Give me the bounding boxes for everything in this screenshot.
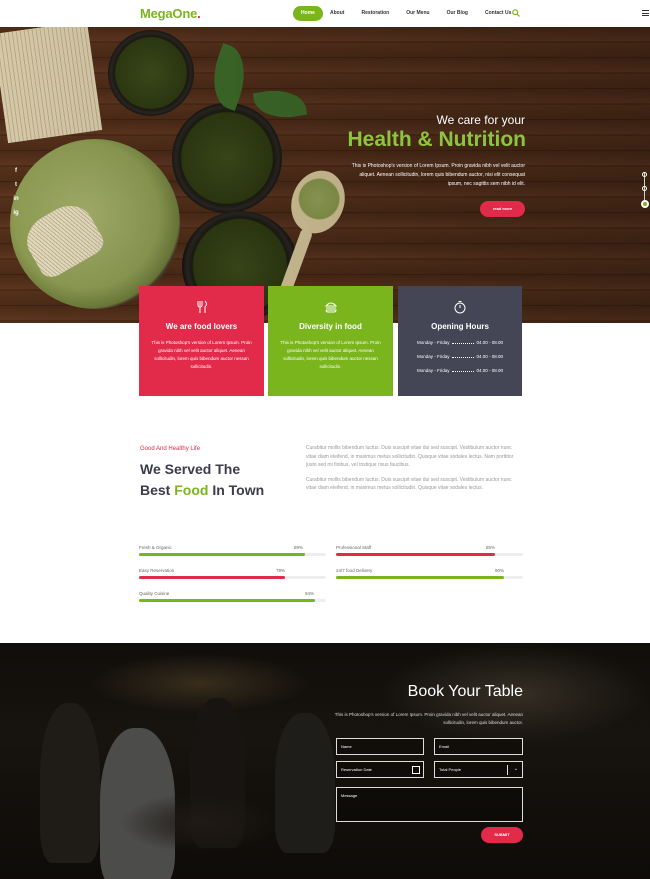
card-title: We are food lovers xyxy=(165,322,238,331)
nav-our-blog[interactable]: Our Blog xyxy=(447,6,468,21)
linkedin-icon[interactable]: in xyxy=(12,195,20,203)
skill-bar: Quality Cuisine 94% xyxy=(139,591,326,602)
skill-bar: Fresh & Organic 89% xyxy=(139,545,326,556)
submit-button[interactable]: SUBMIT xyxy=(481,827,523,843)
logo-dot: . xyxy=(197,6,201,21)
nav-home[interactable]: Home xyxy=(293,6,323,21)
card-title: Opening Hours xyxy=(431,322,489,331)
reservation-date-field[interactable]: Reservation Date xyxy=(336,761,424,778)
hero-subtitle: We care for your xyxy=(436,113,525,127)
booking-section: Book Your Table This is Photoshop's vers… xyxy=(0,643,650,879)
chevron-down-icon: ⌄ xyxy=(513,766,518,772)
hero-description: This is Photoshop's version of Lorem Ips… xyxy=(351,163,525,187)
slider-pagination xyxy=(641,172,649,212)
email-field[interactable]: Email xyxy=(434,738,523,755)
booking-title: Book Your Table xyxy=(407,683,523,700)
slide-dot-3-active[interactable] xyxy=(641,200,649,208)
card-text: This is Photoshop's version of Lorem Ips… xyxy=(151,340,252,369)
about-title: We Served The Best Food In Town xyxy=(140,461,265,498)
card-text: This is Photoshop's version of Lorem Ips… xyxy=(280,340,381,369)
nav-contact-us[interactable]: Contact Us xyxy=(485,6,511,21)
main-menu: Home About Restoration Our Menu Our Blog… xyxy=(293,6,511,21)
total-people-select[interactable]: Total People ⌄ xyxy=(434,761,523,778)
feature-card-diversity: Diversity in food This is Photoshop's ve… xyxy=(268,286,393,396)
stopwatch-icon xyxy=(454,301,466,314)
instagram-icon[interactable]: ig xyxy=(12,209,20,217)
booking-description: This is Photoshop's version of Lorem Ips… xyxy=(334,712,523,725)
feature-card-opening-hours: Opening Hours Monday - Friday 04.00 - 08.… xyxy=(398,286,522,396)
hamburger-menu-icon[interactable] xyxy=(642,10,649,16)
logo-text: MegaOne xyxy=(140,6,198,21)
feature-card-food-lovers: We are food lovers This is Photoshop's v… xyxy=(139,286,264,396)
read-more-button[interactable]: read more xyxy=(480,201,525,217)
name-field[interactable]: Name xyxy=(336,738,424,755)
twitter-icon[interactable]: t xyxy=(12,181,20,189)
hours-row: Monday - Friday 04.00 - 08.00 xyxy=(417,368,503,373)
utensils-icon xyxy=(197,300,207,313)
nav-about[interactable]: About xyxy=(330,6,344,21)
social-links: f t in ig xyxy=(12,167,20,217)
search-icon[interactable] xyxy=(512,9,520,17)
hero-banner: f t in ig We care for your Health & Nutr… xyxy=(0,27,650,323)
nav-restoration[interactable]: Restoration xyxy=(361,6,389,21)
skill-bar: Professional Staff 85% xyxy=(336,545,523,556)
card-title: Diversity in food xyxy=(299,322,362,331)
hero-title: Health & Nutrition xyxy=(347,128,527,151)
about-paragraph: Curabitur mollis bibendum luctus. Duis s… xyxy=(306,445,514,468)
calendar-icon[interactable] xyxy=(412,766,420,774)
opening-hours-list: Monday - Friday 04.00 - 08.00 Monday - Fr… xyxy=(417,339,503,381)
facebook-icon[interactable]: f xyxy=(12,167,20,175)
about-kicker: Good And Healthy Life xyxy=(140,446,201,452)
slide-dot-1[interactable] xyxy=(642,172,647,177)
slide-dot-2[interactable] xyxy=(642,186,647,191)
hours-row: Monday - Friday 04.00 - 08.00 xyxy=(417,340,503,345)
skill-bar: 24/7 food Delivery 90% xyxy=(336,568,523,579)
skill-bar: Easy Reservation 78% xyxy=(139,568,326,579)
message-textarea[interactable]: Message xyxy=(336,787,523,822)
about-paragraph: Curabitur mollis bibendum luctus. Duis s… xyxy=(306,476,512,492)
nav-our-menu[interactable]: Our Menu xyxy=(406,6,429,21)
hours-row: Monday - Friday 04.00 - 08.00 xyxy=(417,354,503,359)
logo[interactable]: MegaOne. xyxy=(140,6,201,21)
about-text: Curabitur mollis bibendum luctus. Duis s… xyxy=(306,444,522,499)
top-navbar: MegaOne. Home About Restoration Our Menu… xyxy=(0,0,650,27)
burger-icon xyxy=(324,302,337,313)
